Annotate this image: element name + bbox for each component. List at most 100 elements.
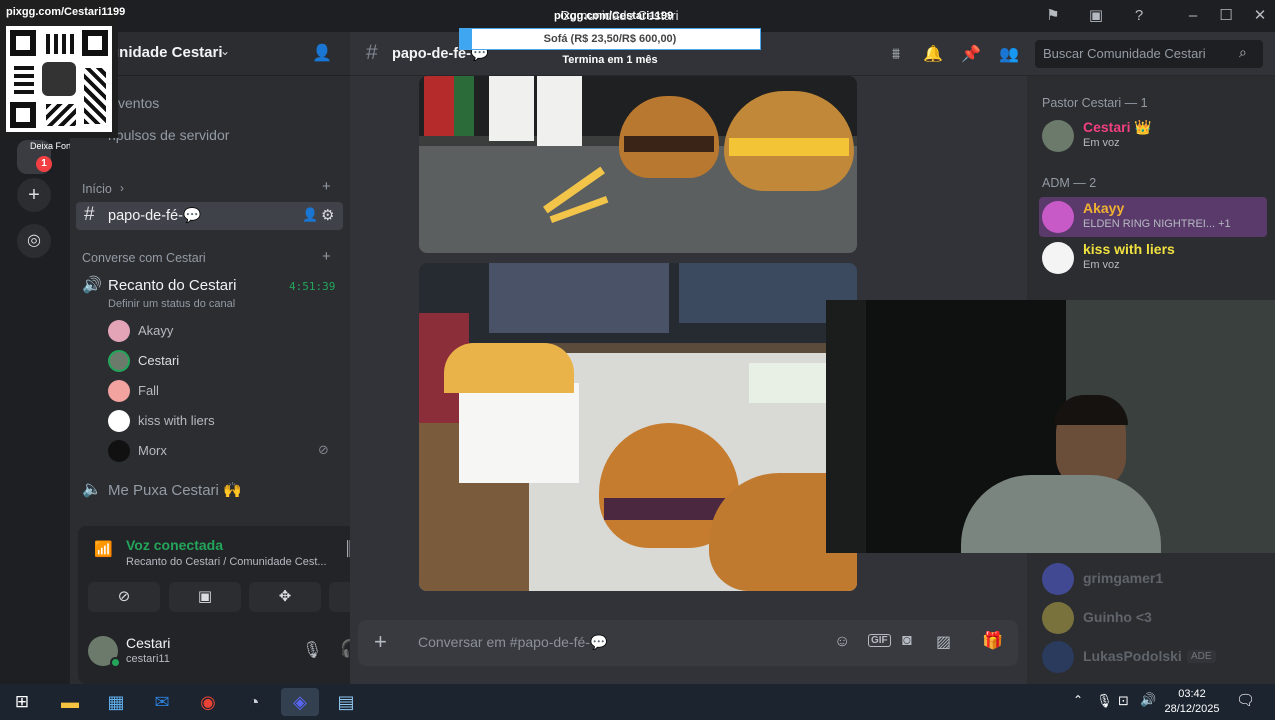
member-list-icon[interactable]: 👥 xyxy=(998,44,1020,66)
chrome-icon[interactable]: ◉ xyxy=(189,688,227,716)
category-voice[interactable]: Converse com Cestari xyxy=(82,251,206,265)
member-activity: Em voz xyxy=(1083,259,1120,271)
invite-icon[interactable]: 👤 xyxy=(302,207,318,223)
role-tag: ADE xyxy=(1187,650,1216,663)
image-attachment[interactable] xyxy=(419,76,857,253)
store-icon[interactable]: ▦ xyxy=(97,688,135,716)
member-row[interactable]: Guinho <3 xyxy=(1042,598,1272,638)
file-explorer-icon[interactable]: ▬ xyxy=(51,688,89,716)
add-channel-icon[interactable]: + xyxy=(322,178,331,195)
member-name: grimgamer1 xyxy=(1083,570,1164,586)
close-icon[interactable]: ✕ xyxy=(1250,6,1270,26)
mic-tray-icon[interactable]: 🎙 xyxy=(1096,693,1113,709)
voice-status-link[interactable]: Definir um status do canal xyxy=(108,298,235,310)
avatar xyxy=(108,320,130,342)
camera-off-icon: ⊘ xyxy=(117,588,131,605)
server-name: unidade Cestari xyxy=(110,44,223,61)
chevron-down-icon: ⌄ xyxy=(220,44,231,58)
minimize-icon[interactable]: – xyxy=(1183,6,1203,26)
search-input[interactable]: Buscar Comunidade Cestari ⌕ xyxy=(1035,40,1263,68)
add-attachment-icon[interactable]: + xyxy=(374,629,387,655)
voice-channel-name[interactable]: Recanto do Cestari xyxy=(108,277,236,294)
system-clock[interactable]: 03:42 28/12/2025 xyxy=(1162,687,1222,717)
voice-user-name: kiss with liers xyxy=(138,413,215,428)
avatar xyxy=(1042,201,1074,233)
member-activity: ELDEN RING NIGHTREI... +1 xyxy=(1083,218,1231,230)
goal-text: Sofá (R$ 23,50/R$ 600,00) xyxy=(543,33,677,45)
notifications-icon[interactable]: 🗨 xyxy=(1236,691,1255,709)
clock-date: 28/12/2025 xyxy=(1164,703,1220,715)
member-activity: Em voz xyxy=(1083,137,1120,149)
windows-taskbar: ⊞ ▬ ▦ ✉ ◉ ◔ ◈ ▤ ⌃ 🎙 ⊡ 🔊 03:42 28/12/2025… xyxy=(0,684,1275,720)
avatar xyxy=(108,410,130,432)
voice-user-name: Fall xyxy=(138,383,159,398)
flag-icon[interactable]: ⚑ xyxy=(1043,6,1063,26)
camera-button[interactable]: ⊘ xyxy=(88,582,160,612)
app-icon[interactable]: ▤ xyxy=(327,688,365,716)
chevron-right-icon: › xyxy=(120,181,124,195)
avatar xyxy=(1042,641,1074,673)
image-attachment[interactable] xyxy=(419,263,857,591)
discord-window: Comunidade Cestari ⚑ ▣ ? – ☐ ✕ 1 Deixa F… xyxy=(0,0,1275,684)
screen-share-button[interactable]: ▣ xyxy=(169,582,241,612)
category-start[interactable]: Início xyxy=(82,182,112,196)
voice-timer: 4:51:39 xyxy=(289,280,336,293)
username[interactable]: Cestari xyxy=(126,635,170,651)
composer-placeholder: Conversar em #papo-de-fé-💬 xyxy=(418,634,608,650)
signal-icon[interactable]: 📶 xyxy=(94,540,113,558)
notification-badge: 1 xyxy=(36,156,52,172)
obs-icon[interactable]: ◔ xyxy=(235,688,273,716)
search-placeholder: Buscar Comunidade Cestari xyxy=(1043,46,1206,61)
speaker-icon: 🔈 xyxy=(82,481,102,498)
gif-icon[interactable]: GIF xyxy=(868,634,891,647)
member-row[interactable]: Akayy ELDEN RING NIGHTREI... +1 xyxy=(1039,197,1267,237)
member-name: kiss with liers xyxy=(1083,241,1175,257)
activities-button[interactable]: ✥ xyxy=(249,582,321,612)
network-icon[interactable]: ⊡ xyxy=(1118,693,1129,709)
volume-icon[interactable]: 🔊 xyxy=(1140,692,1156,708)
threads-icon[interactable]: ⩩ xyxy=(885,44,907,66)
pin-icon[interactable]: 📌 xyxy=(960,44,982,66)
add-member-icon[interactable]: 👤 xyxy=(312,43,332,63)
voice-user-name: Cestari xyxy=(138,353,180,368)
image-icon[interactable]: ▨ xyxy=(936,632,951,652)
mail-icon[interactable]: ✉ xyxy=(143,688,181,716)
maximize-icon[interactable]: ☐ xyxy=(1216,6,1236,26)
member-name: Akayy xyxy=(1083,200,1125,216)
status-dot xyxy=(110,657,121,668)
gift-icon[interactable]: 🎁 xyxy=(982,631,1003,651)
voice-location[interactable]: Recanto do Cestari / Comunidade Cest... xyxy=(126,556,327,568)
discord-taskbar-icon[interactable]: ◈ xyxy=(281,688,319,716)
tray-chevron-icon[interactable]: ⌃ xyxy=(1073,693,1083,707)
add-voice-channel-icon[interactable]: + xyxy=(322,248,331,265)
events-link[interactable]: ventos xyxy=(118,95,159,111)
member-group-title: ADM — 2 xyxy=(1042,176,1097,190)
webcam-overlay xyxy=(826,300,1275,553)
boosts-link[interactable]: npulsos de servidor xyxy=(108,127,229,143)
member-row[interactable]: kiss with liers Em voz xyxy=(1042,238,1272,278)
gear-icon[interactable]: ⚙ xyxy=(321,206,334,224)
discover-icon[interactable]: ◎ xyxy=(17,224,51,258)
help-icon[interactable]: ? xyxy=(1129,6,1149,26)
member-row[interactable]: LukasPodolski ADE xyxy=(1042,637,1272,677)
member-row[interactable]: grimgamer1 xyxy=(1042,559,1272,599)
message-composer[interactable]: + Conversar em #papo-de-fé-💬 ☺ GIF ◙ ▨ 🎁 xyxy=(358,620,1018,666)
inbox-icon[interactable]: ▣ xyxy=(1086,6,1106,26)
member-row[interactable]: Cestari 👑 Em voz xyxy=(1042,116,1272,156)
goal-title: pixgg.com/Cestari1199 xyxy=(554,10,674,22)
avatar xyxy=(1042,602,1074,634)
emoji-icon[interactable]: ☺ xyxy=(834,633,850,651)
avatar xyxy=(1042,120,1074,152)
channel-papo-de-fe[interactable]: # papo-de-fé-💬 👤 ⚙ xyxy=(76,202,343,230)
microphone-icon[interactable]: 🎙 xyxy=(302,640,322,660)
member-name: Guinho <3 xyxy=(1083,609,1152,625)
voice-channel-2[interactable]: Me Puxa Cestari 🙌 xyxy=(108,481,242,499)
sticker-icon[interactable]: ◙ xyxy=(902,632,912,650)
add-server-icon[interactable]: + xyxy=(17,178,51,212)
bell-icon[interactable]: 🔔 xyxy=(922,44,944,66)
voice-user-name: Akayy xyxy=(138,323,174,338)
avatar xyxy=(108,380,130,402)
user-tag: cestari11 xyxy=(126,653,170,665)
hash-icon: # xyxy=(366,41,378,64)
windows-start-icon[interactable]: ⊞ xyxy=(3,688,41,716)
